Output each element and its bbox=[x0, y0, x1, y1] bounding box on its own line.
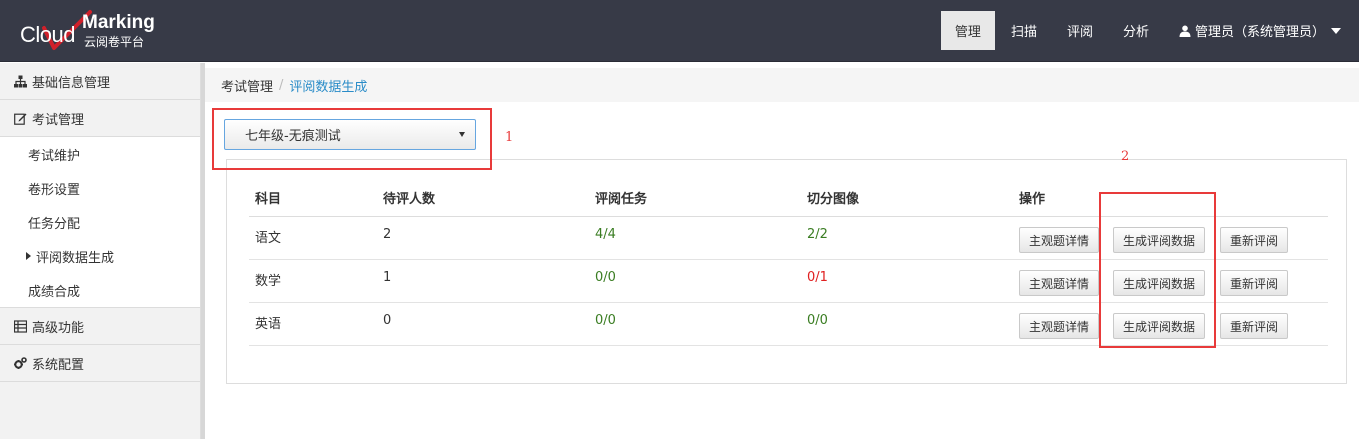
sidebar-divider bbox=[201, 63, 205, 439]
user-menu[interactable]: 管理员（系统管理员） bbox=[1165, 11, 1359, 50]
breadcrumb-current: 评阅数据生成 bbox=[289, 79, 368, 95]
gears-icon bbox=[14, 356, 27, 369]
breadcrumb-parent[interactable]: 考试管理 bbox=[221, 76, 273, 95]
top-header: Cloud Marking 云阅卷平台 管理 扫描 评阅 分析 管理员（系统管理… bbox=[0, 0, 1359, 62]
exam-management-submenu: 考试维护 卷形设置 任务分配 评阅数据生成 成绩合成 bbox=[0, 137, 200, 308]
header-pending: 待评人数 bbox=[383, 192, 436, 207]
nav-scan[interactable]: 扫描 bbox=[997, 11, 1051, 50]
chevron-down-icon bbox=[1331, 27, 1341, 34]
user-icon bbox=[1179, 25, 1191, 37]
sidebar-group-system-config[interactable]: 系统配置 bbox=[0, 345, 200, 382]
top-nav: 管理 扫描 评阅 分析 管理员（系统管理员） bbox=[939, 11, 1359, 50]
list-icon bbox=[14, 319, 27, 333]
nav-manage[interactable]: 管理 bbox=[940, 11, 995, 50]
logo-subtitle: 云阅卷平台 bbox=[84, 35, 145, 49]
annotation-box-1 bbox=[212, 108, 492, 170]
cell-pending: 1 bbox=[383, 270, 392, 285]
annotation-box-2 bbox=[1099, 192, 1216, 348]
caret-right-icon bbox=[26, 252, 31, 260]
sidebar-group-label: 考试管理 bbox=[32, 112, 85, 128]
cell-pending: 0 bbox=[383, 313, 392, 328]
breadcrumb: 考试管理 / 评阅数据生成 bbox=[205, 68, 1359, 102]
header-subject: 科目 bbox=[255, 192, 282, 207]
sidebar-group-basic-info[interactable]: 基础信息管理 bbox=[0, 63, 200, 100]
sidebar-group-label: 系统配置 bbox=[32, 357, 85, 373]
cell-subject: 英语 bbox=[255, 317, 282, 332]
cloudmarking-logo[interactable]: Cloud Marking 云阅卷平台 bbox=[20, 8, 170, 54]
cell-subject: 数学 bbox=[255, 274, 282, 289]
logo-word-cloud: Cloud bbox=[20, 22, 75, 47]
sidebar-item-score-merge[interactable]: 成绩合成 bbox=[0, 273, 200, 307]
sidebar-item-exam-maintenance[interactable]: 考试维护 bbox=[0, 137, 200, 171]
cell-tasks: 0/0 bbox=[595, 313, 616, 328]
edit-icon bbox=[14, 113, 27, 125]
header-images: 切分图像 bbox=[807, 192, 860, 207]
header-tasks: 评阅任务 bbox=[595, 192, 648, 207]
sidebar-item-task-assignment[interactable]: 任务分配 bbox=[0, 205, 200, 239]
logo-word-marking: Marking bbox=[82, 12, 155, 33]
annotation-label-1: 1 bbox=[505, 130, 514, 145]
re-review-button[interactable]: 重新评阅 bbox=[1220, 313, 1289, 339]
cell-tasks: 4/4 bbox=[595, 227, 616, 242]
nav-review[interactable]: 评阅 bbox=[1053, 11, 1107, 50]
user-label: 管理员（系统管理员） bbox=[1194, 25, 1325, 40]
annotation-label-2: 2 bbox=[1121, 149, 1130, 164]
cell-pending: 2 bbox=[383, 227, 392, 242]
re-review-button[interactable]: 重新评阅 bbox=[1220, 227, 1289, 253]
subjective-detail-button[interactable]: 主观题详情 bbox=[1019, 227, 1100, 253]
nav-analysis[interactable]: 分析 bbox=[1109, 11, 1163, 50]
sidebar-group-exam-management[interactable]: 考试管理 bbox=[0, 100, 200, 137]
cell-images: 0/1 bbox=[807, 270, 828, 285]
sidebar-item-paper-layout[interactable]: 卷形设置 bbox=[0, 171, 200, 205]
sitemap-icon bbox=[14, 75, 27, 87]
cell-tasks: 0/0 bbox=[595, 270, 616, 285]
breadcrumb-separator: / bbox=[279, 77, 284, 93]
cell-images: 2/2 bbox=[807, 227, 828, 242]
sidebar-item-generate-review-data[interactable]: 评阅数据生成 bbox=[0, 239, 200, 273]
header-actions: 操作 bbox=[1019, 192, 1046, 207]
cell-subject: 语文 bbox=[255, 231, 282, 246]
sidebar: 基础信息管理 考试管理 考试维护 卷形设置 任务分配 评阅数据生成 成绩合成 高… bbox=[0, 63, 201, 439]
sidebar-item-label: 评阅数据生成 bbox=[36, 250, 115, 266]
sidebar-group-advanced[interactable]: 高级功能 bbox=[0, 308, 200, 345]
subjective-detail-button[interactable]: 主观题详情 bbox=[1019, 313, 1100, 339]
sidebar-group-label: 高级功能 bbox=[32, 320, 85, 336]
re-review-button[interactable]: 重新评阅 bbox=[1220, 270, 1289, 296]
sidebar-group-label: 基础信息管理 bbox=[32, 75, 111, 91]
cell-images: 0/0 bbox=[807, 313, 828, 328]
subjective-detail-button[interactable]: 主观题详情 bbox=[1019, 270, 1100, 296]
